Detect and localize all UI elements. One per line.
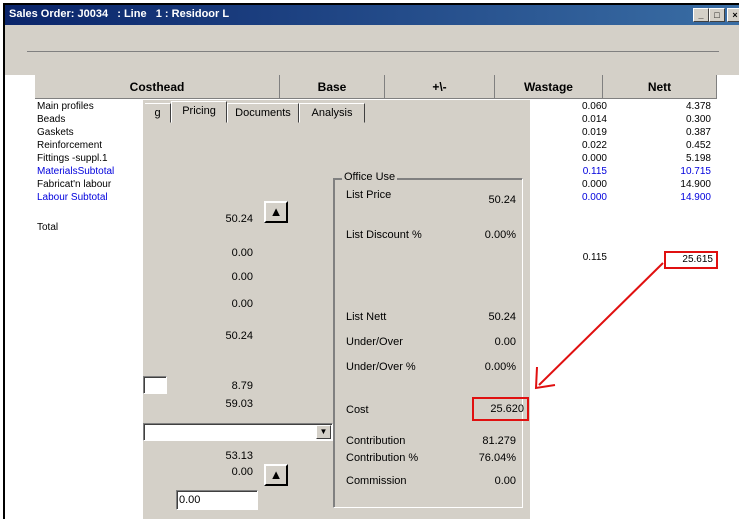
annotation-arrow <box>534 262 664 390</box>
sales-order-window: Sales Order: J0034 : Line 1 : Residoor L… <box>3 3 739 519</box>
